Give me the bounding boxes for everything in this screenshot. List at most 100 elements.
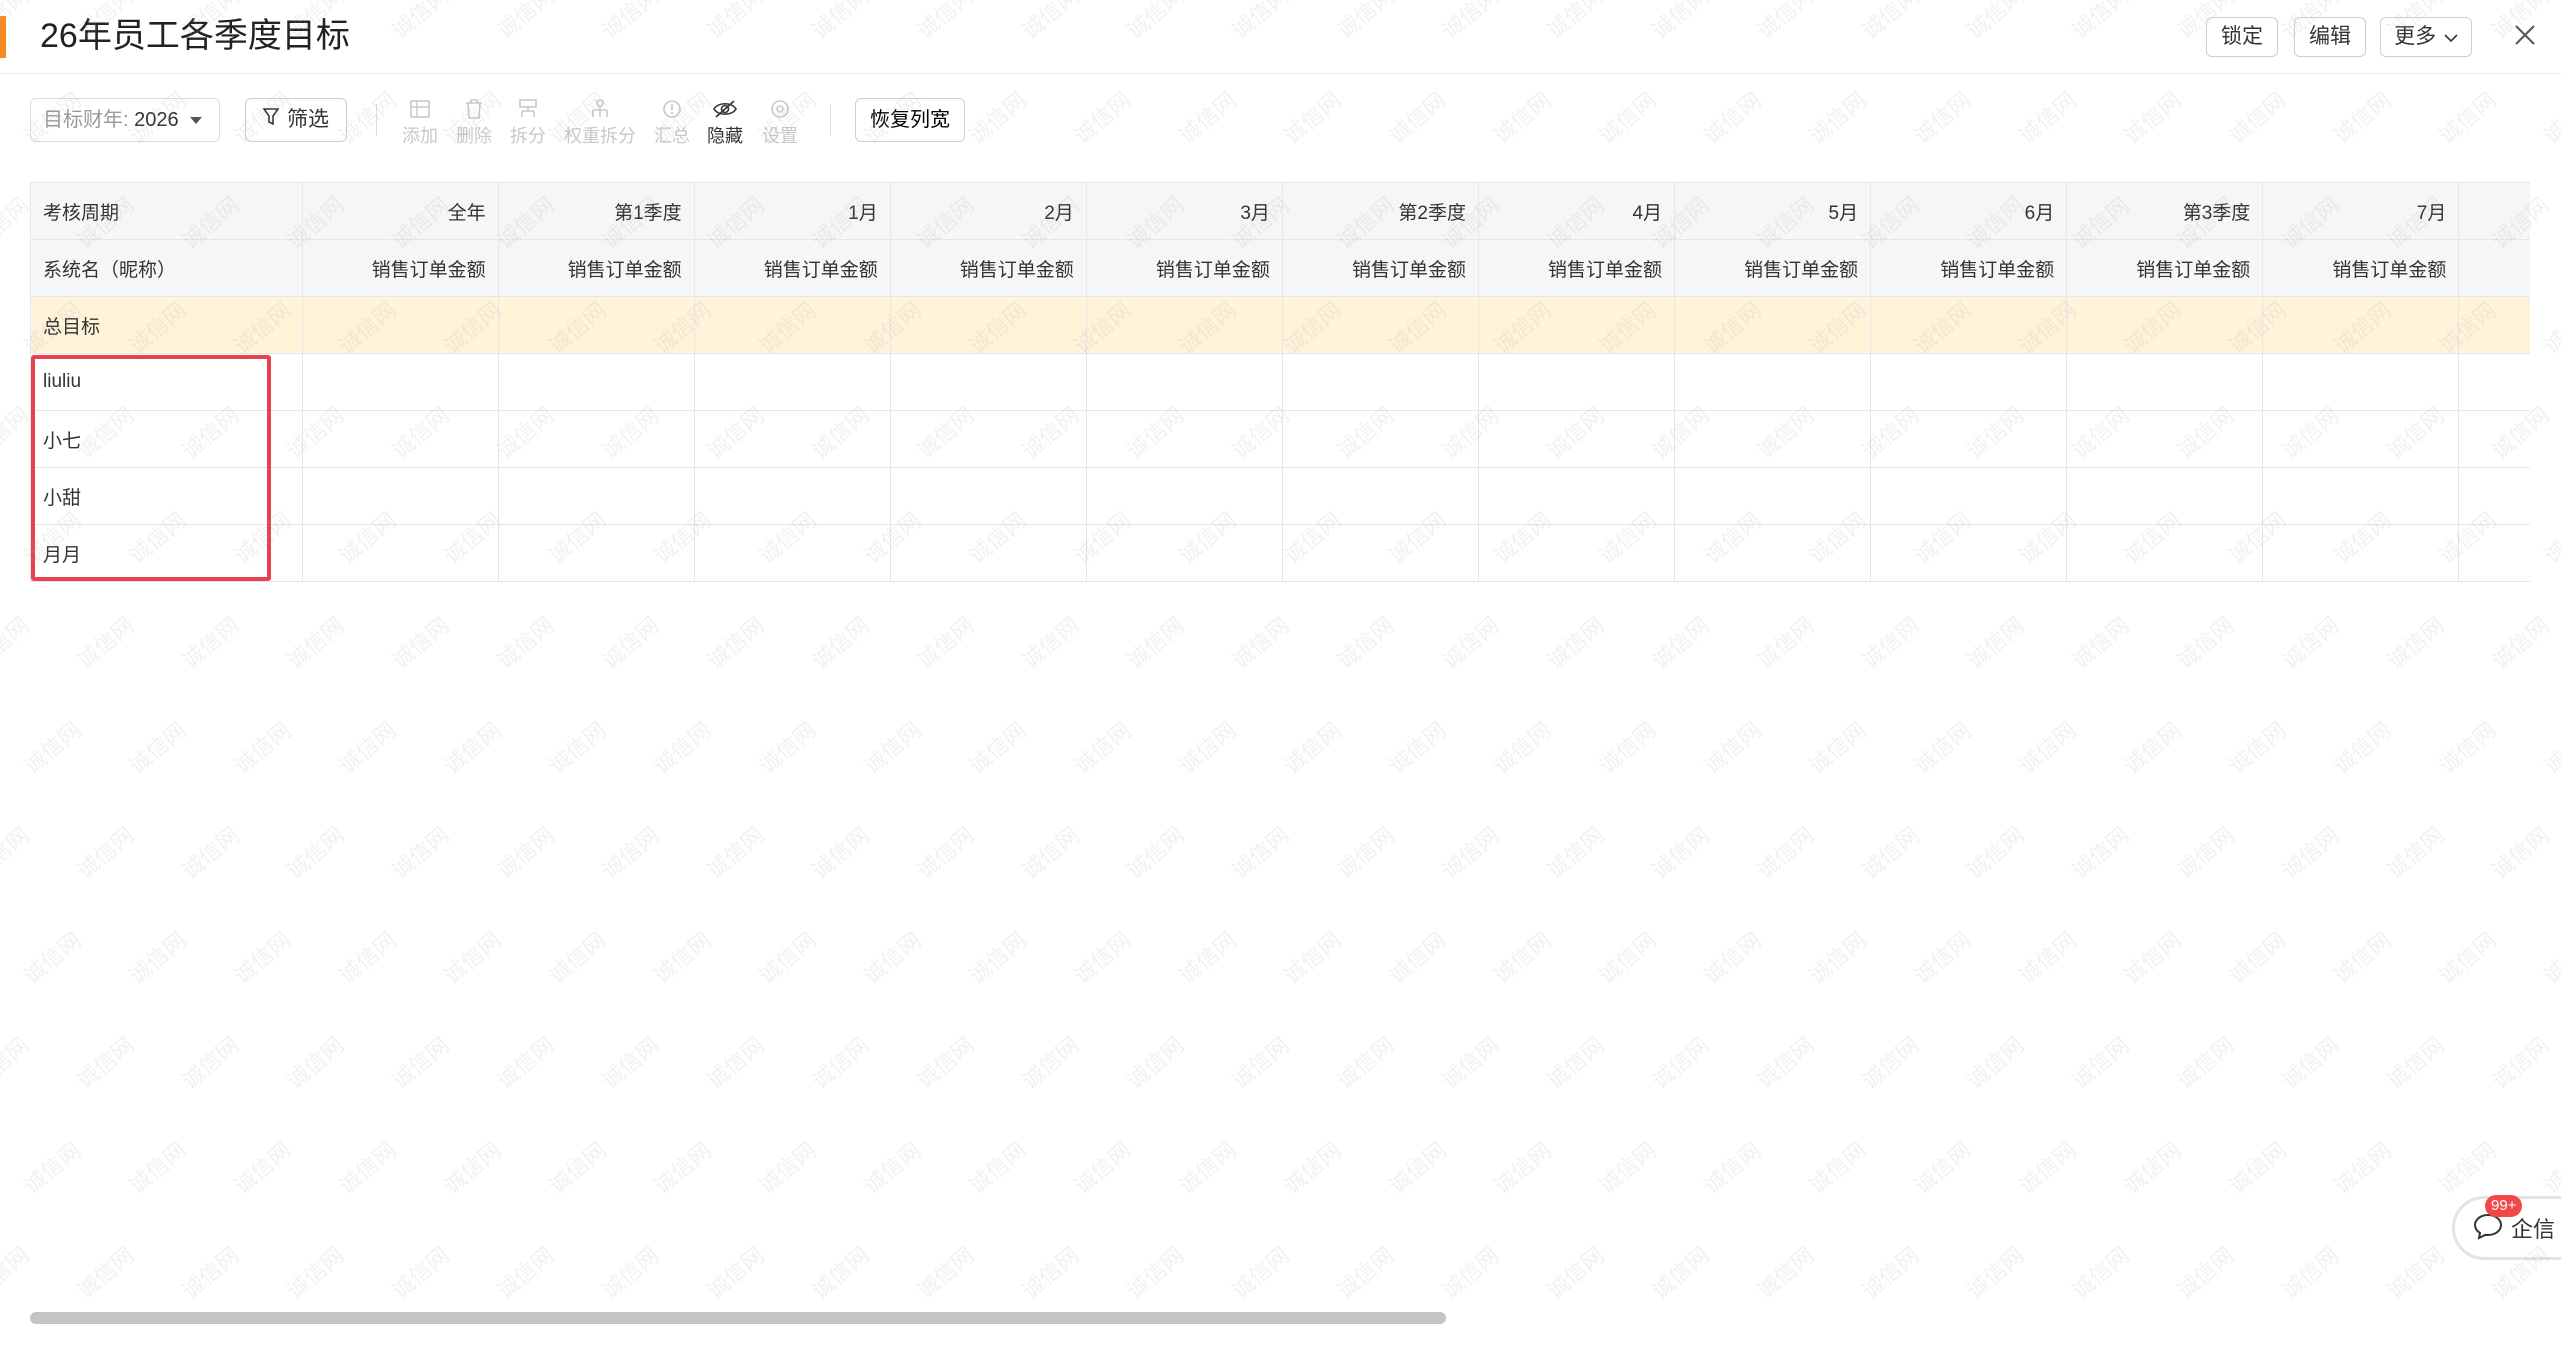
target-cell[interactable] — [2458, 467, 2530, 525]
period-header-cell[interactable]: 第1季度 — [497, 182, 695, 240]
target-cell[interactable] — [497, 296, 695, 354]
target-cell[interactable] — [2458, 410, 2530, 468]
settings-tool-button[interactable]: 设置 — [760, 94, 800, 156]
target-cell[interactable] — [1477, 410, 1676, 468]
watermark-text: 诚信网 — [2014, 717, 2081, 779]
target-cell[interactable] — [1477, 524, 1676, 582]
target-cell[interactable] — [1085, 524, 1283, 582]
target-cell[interactable] — [2066, 467, 2264, 525]
target-cell[interactable] — [1870, 410, 2068, 468]
watermark-text: 诚信网 — [1017, 822, 1084, 884]
target-cell[interactable] — [693, 524, 891, 582]
watermark-text: 诚信网 — [1752, 1242, 1819, 1304]
metric-header-cell: 销售订单金额 — [2262, 239, 2460, 297]
target-cell[interactable] — [1477, 467, 1676, 525]
watermark-text: 诚信网 — [1647, 1242, 1714, 1304]
watermark-text: 诚信网 — [964, 1137, 1031, 1199]
target-cell[interactable] — [497, 353, 695, 411]
eye-hidden-icon — [712, 94, 738, 124]
target-cell[interactable] — [2262, 410, 2460, 468]
target-cell[interactable] — [1085, 467, 1283, 525]
target-cell[interactable] — [497, 467, 695, 525]
period-header-cell[interactable]: 1月 — [693, 182, 891, 240]
summary-tool-button[interactable]: 汇总 — [652, 94, 692, 156]
period-header-cell[interactable]: 第2季度 — [1281, 182, 1479, 240]
target-cell[interactable] — [2458, 296, 2530, 354]
target-cell[interactable] — [1674, 524, 1872, 582]
target-cell[interactable] — [2458, 353, 2530, 411]
target-cell[interactable] — [301, 467, 499, 525]
watermark-text: 诚信网 — [2434, 717, 2501, 779]
target-cell[interactable] — [2066, 353, 2264, 411]
target-cell[interactable] — [2262, 353, 2460, 411]
target-cell[interactable] — [1477, 353, 1676, 411]
target-cell[interactable] — [889, 410, 1087, 468]
split-tool-button[interactable]: 拆分 — [508, 94, 548, 156]
target-cell[interactable] — [1281, 524, 1479, 582]
target-cell[interactable] — [1870, 524, 2068, 582]
target-cell[interactable] — [1870, 353, 2068, 411]
target-cell[interactable] — [1085, 353, 1283, 411]
watermark-text: 诚信网 — [964, 927, 1031, 989]
watermark-text: 诚信网 — [2382, 822, 2449, 884]
hide-tool-button[interactable]: 隐藏 — [705, 94, 745, 156]
target-cell[interactable] — [889, 296, 1087, 354]
close-button[interactable] — [2508, 20, 2542, 54]
target-cell[interactable] — [1674, 353, 1872, 411]
horizontal-scrollbar[interactable] — [30, 1312, 1446, 1324]
delete-tool-button[interactable]: 删除 — [454, 94, 494, 156]
watermark-text: 诚信网 — [1752, 822, 1819, 884]
edit-button[interactable]: 编辑 — [2294, 17, 2366, 57]
target-cell[interactable] — [1085, 410, 1283, 468]
target-cell[interactable] — [497, 524, 695, 582]
target-cell[interactable] — [693, 296, 891, 354]
filter-button[interactable]: 筛选 — [245, 98, 347, 142]
target-cell[interactable] — [889, 467, 1087, 525]
fiscal-year-select[interactable]: 目标财年: 2026 — [30, 98, 220, 142]
target-cell[interactable] — [301, 296, 499, 354]
period-header-cell[interactable]: 2月 — [889, 182, 1087, 240]
target-cell[interactable] — [1281, 353, 1479, 411]
period-header-cell[interactable]: 6月 — [1870, 182, 2068, 240]
period-header-cell[interactable]: 3月 — [1085, 182, 1283, 240]
chat-widget[interactable]: 企信 99+ — [2452, 1195, 2561, 1260]
target-cell[interactable] — [2262, 296, 2460, 354]
target-cell[interactable] — [693, 410, 891, 468]
target-cell[interactable] — [1477, 296, 1676, 354]
target-cell[interactable] — [1674, 296, 1872, 354]
target-cell[interactable] — [2262, 467, 2460, 525]
target-cell[interactable] — [1281, 467, 1479, 525]
target-cell[interactable] — [301, 524, 499, 582]
target-cell[interactable] — [1085, 296, 1283, 354]
watermark-text: 诚信网 — [1174, 1137, 1241, 1199]
target-cell[interactable] — [1674, 467, 1872, 525]
target-cell[interactable] — [2262, 524, 2460, 582]
target-cell[interactable] — [693, 353, 891, 411]
target-cell[interactable] — [889, 524, 1087, 582]
target-cell[interactable] — [301, 410, 499, 468]
target-cell[interactable] — [1281, 410, 1479, 468]
target-cell[interactable] — [1281, 296, 1479, 354]
add-tool-button[interactable]: 添加 — [400, 94, 440, 156]
period-header-cell[interactable]: 5月 — [1674, 182, 1872, 240]
lock-button[interactable]: 锁定 — [2206, 17, 2278, 57]
target-cell[interactable] — [1870, 467, 2068, 525]
target-cell[interactable] — [2066, 296, 2264, 354]
period-header-cell[interactable]: 4月 — [1477, 182, 1676, 240]
period-header-cell[interactable]: 第3季度 — [2066, 182, 2264, 240]
period-header-cell[interactable]: 7月 — [2262, 182, 2460, 240]
watermark-text: 诚信网 — [702, 822, 769, 884]
target-cell[interactable] — [2458, 524, 2530, 582]
target-cell[interactable] — [497, 410, 695, 468]
target-cell[interactable] — [301, 353, 499, 411]
period-header-cell[interactable]: 全年 — [301, 182, 499, 240]
target-cell[interactable] — [2066, 410, 2264, 468]
weight-split-tool-button[interactable]: 权重拆分 — [562, 94, 638, 156]
restore-column-width-button[interactable]: 恢复列宽 — [855, 98, 965, 142]
target-cell[interactable] — [1674, 410, 1872, 468]
target-cell[interactable] — [693, 467, 891, 525]
target-cell[interactable] — [889, 353, 1087, 411]
target-cell[interactable] — [2066, 524, 2264, 582]
target-cell[interactable] — [1870, 296, 2068, 354]
more-button[interactable]: 更多 — [2380, 17, 2472, 57]
